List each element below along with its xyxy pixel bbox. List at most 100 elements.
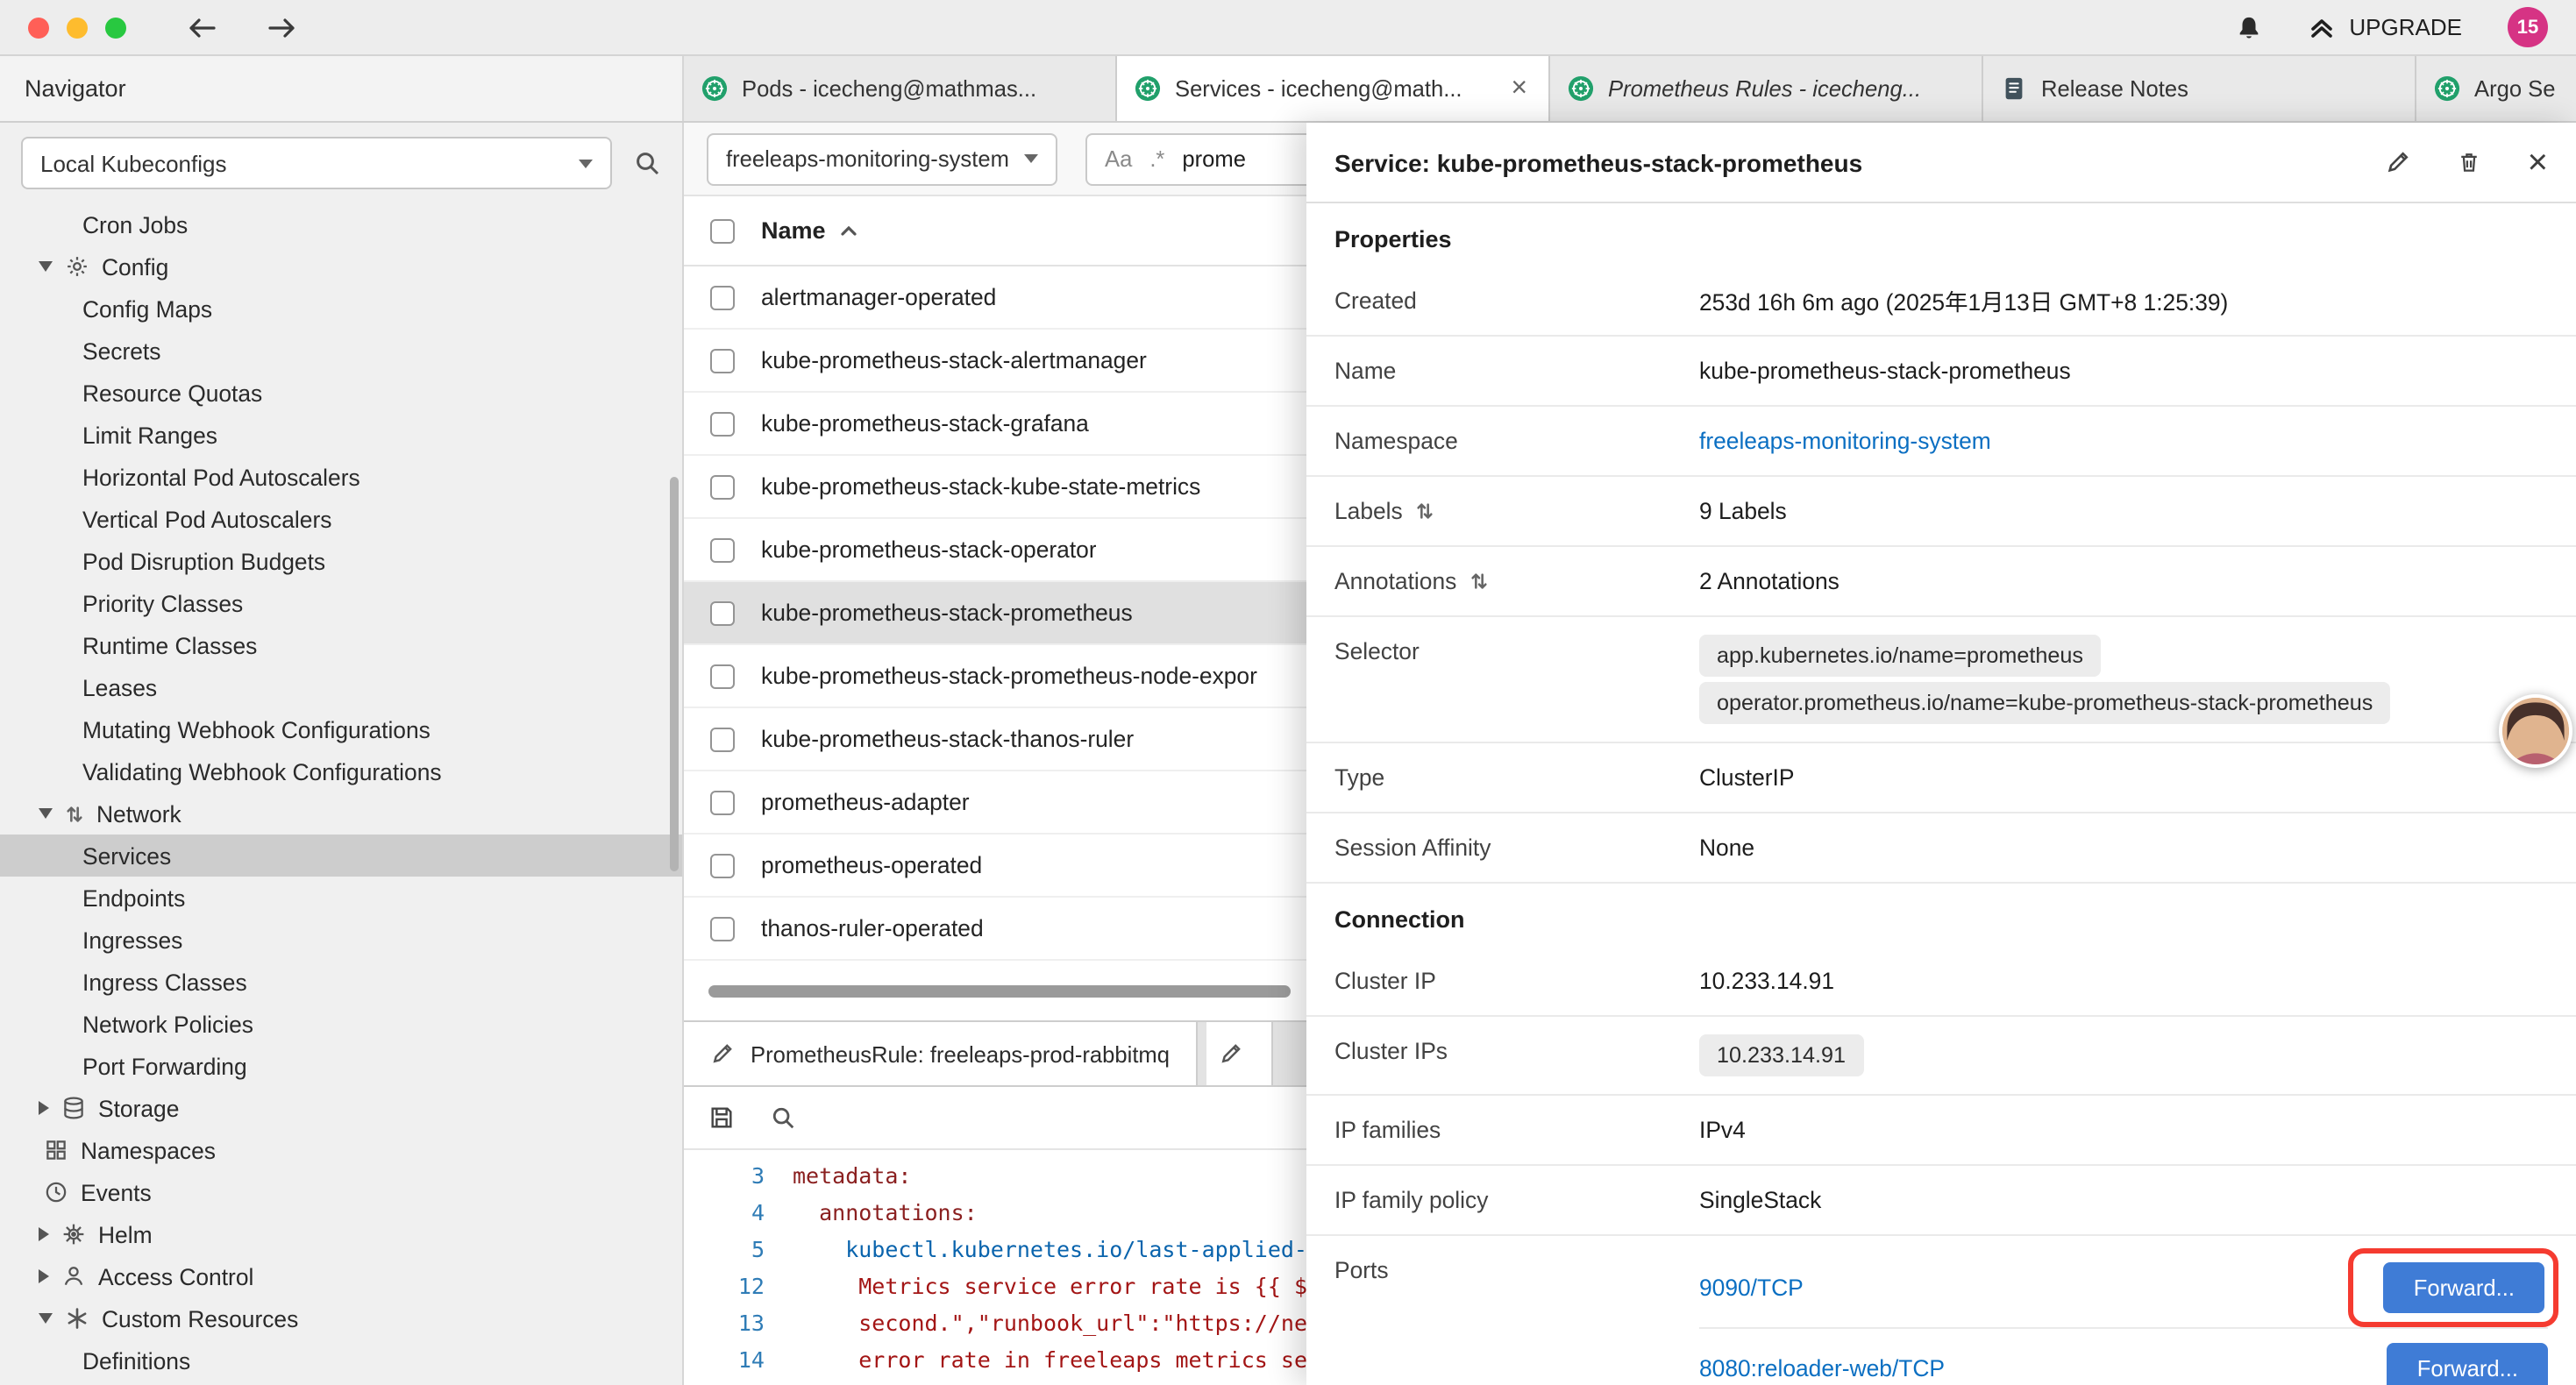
sidebar-item-vertical-pod-autoscalers[interactable]: Vertical Pod Autoscalers	[0, 498, 682, 540]
editor-tab-partial[interactable]	[1206, 1022, 1273, 1085]
row-checkbox[interactable]	[710, 664, 735, 688]
save-icon[interactable]	[708, 1104, 735, 1131]
port-link[interactable]: 9090/TCP	[1699, 1275, 1804, 1301]
sidebar-item-helm[interactable]: Helm	[0, 1213, 682, 1255]
traffic-light-minimize-button[interactable]	[67, 17, 88, 38]
sidebar-item-endpoints[interactable]: Endpoints	[0, 877, 682, 919]
sidebar-item-custom-resources[interactable]: Custom Resources	[0, 1297, 682, 1339]
sidebar-item-events[interactable]: Events	[0, 1171, 682, 1213]
row-checkbox[interactable]	[710, 727, 735, 751]
horizontal-scrollbar[interactable]	[708, 985, 1291, 998]
notifications-bell-icon[interactable]	[2235, 13, 2261, 41]
port-link[interactable]: 8080:reloader-web/TCP	[1699, 1355, 1945, 1381]
row-checkbox[interactable]	[710, 853, 735, 877]
sort-toggle-icon[interactable]	[1469, 570, 1488, 593]
select-all-checkbox[interactable]	[710, 218, 735, 243]
sidebar-item-access-control[interactable]: Access Control	[0, 1255, 682, 1297]
upgrade-button[interactable]: UPGRADE	[2307, 14, 2462, 40]
assistant-avatar[interactable]	[2499, 694, 2572, 768]
sidebar-item-cron-jobs[interactable]: Cron Jobs	[0, 203, 682, 245]
close-icon[interactable]: ×	[2528, 145, 2548, 180]
chevron-right-icon	[39, 1227, 49, 1241]
row-checkbox[interactable]	[710, 790, 735, 814]
sidebar-item-resource-quotas[interactable]: Resource Quotas	[0, 372, 682, 414]
namespace-filter-select[interactable]: freeleaps-monitoring-system	[707, 132, 1057, 185]
namespace-link[interactable]: freeleaps-monitoring-system	[1699, 428, 1991, 454]
forward-button[interactable]: Forward...	[2387, 1343, 2548, 1385]
chevron-right-icon	[39, 1101, 49, 1115]
sidebar-item-config[interactable]: Config	[0, 245, 682, 288]
sidebar-item-label: Storage	[98, 1095, 179, 1121]
sidebar-item-network-policies[interactable]: Network Policies	[0, 1003, 682, 1045]
sidebar-scrollbar[interactable]	[670, 477, 679, 871]
tab-argo-se[interactable]: Argo Se	[2416, 56, 2576, 121]
sidebar-item-definitions[interactable]: Definitions	[0, 1339, 682, 1381]
sidebar-item-config-maps[interactable]: Config Maps	[0, 288, 682, 330]
navigator-sidebar: Local Kubeconfigs Cron JobsConfigConfig …	[0, 123, 684, 1385]
sidebar-item-validating-webhook-configurations[interactable]: Validating Webhook Configurations	[0, 750, 682, 792]
helm-icon	[61, 1222, 86, 1246]
sidebar-item-label: Limit Ranges	[82, 422, 217, 448]
sidebar-item-secrets[interactable]: Secrets	[0, 330, 682, 372]
row-checkbox[interactable]	[710, 411, 735, 436]
editor-search-icon[interactable]	[770, 1104, 796, 1131]
sidebar-item-ingresses[interactable]: Ingresses	[0, 919, 682, 961]
tab-label: Pods - icecheng@mathmas...	[742, 75, 1098, 102]
sidebar-item-network[interactable]: Network	[0, 792, 682, 835]
traffic-light-close-button[interactable]	[28, 17, 49, 38]
line-number: 3	[684, 1157, 793, 1194]
back-icon[interactable]	[186, 15, 217, 39]
delete-trash-icon[interactable]	[2458, 149, 2482, 175]
sort-ascending-icon[interactable]	[840, 224, 857, 237]
asterisk-icon	[65, 1306, 89, 1331]
row-checkbox[interactable]	[710, 348, 735, 373]
tab-pods-icecheng-mathmas[interactable]: Pods - icecheng@mathmas...	[684, 56, 1117, 121]
tab-services-icecheng-math[interactable]: Services - icecheng@math...×	[1117, 56, 1550, 121]
value-badge: operator.prometheus.io/name=kube-prometh…	[1699, 682, 2390, 724]
forward-icon[interactable]	[267, 15, 298, 39]
detail-row-ip-families: IP familiesIPv4	[1306, 1096, 2576, 1166]
match-case-toggle[interactable]: Aa	[1105, 146, 1132, 172]
close-tab-icon[interactable]: ×	[1507, 75, 1531, 103]
kubeconfig-select[interactable]: Local Kubeconfigs	[21, 137, 612, 189]
tab-prometheus-rules-icecheng[interactable]: Prometheus Rules - icecheng...	[1550, 56, 1983, 121]
sidebar-item-runtime-classes[interactable]: Runtime Classes	[0, 624, 682, 666]
detail-label: IP families	[1334, 1117, 1699, 1143]
sidebar-item-label: Priority Classes	[82, 590, 243, 616]
sidebar-item-storage[interactable]: Storage	[0, 1087, 682, 1129]
row-checkbox[interactable]	[710, 285, 735, 309]
sidebar-search-icon[interactable]	[633, 149, 661, 177]
detail-row-cluster-ip: Cluster IP10.233.14.91	[1306, 947, 2576, 1017]
service-name: prometheus-operated	[761, 852, 982, 878]
name-column-header[interactable]: Name	[761, 217, 826, 244]
row-checkbox[interactable]	[710, 474, 735, 499]
section-heading-connection: Connection	[1306, 884, 2576, 947]
sidebar-item-leases[interactable]: Leases	[0, 666, 682, 708]
sidebar-item-pod-disruption-budgets[interactable]: Pod Disruption Budgets	[0, 540, 682, 582]
sidebar-item-label: Network Policies	[82, 1011, 253, 1037]
sidebar-item-priority-classes[interactable]: Priority Classes	[0, 582, 682, 624]
sort-toggle-icon[interactable]	[1415, 500, 1434, 522]
sidebar-item-services[interactable]: Services	[0, 835, 682, 877]
forward-button[interactable]: Forward...	[2384, 1262, 2544, 1313]
sidebar-item-mutating-webhook-configurations[interactable]: Mutating Webhook Configurations	[0, 708, 682, 750]
kubeconfig-row: Local Kubeconfigs	[0, 123, 682, 203]
sidebar-item-limit-ranges[interactable]: Limit Ranges	[0, 414, 682, 456]
chevron-down-icon	[39, 808, 53, 819]
regex-toggle[interactable]: .*	[1149, 146, 1164, 172]
tab-release-notes[interactable]: Release Notes	[1983, 56, 2416, 121]
detail-row-ip-family-policy: IP family policySingleStack	[1306, 1166, 2576, 1236]
sidebar-item-horizontal-pod-autoscalers[interactable]: Horizontal Pod Autoscalers	[0, 456, 682, 498]
traffic-light-zoom-button[interactable]	[105, 17, 126, 38]
notification-count-badge[interactable]: 15	[2508, 7, 2548, 47]
detail-value: 10.233.14.91	[1699, 968, 2548, 994]
editor-tab-prometheusrule[interactable]: PrometheusRule: freeleaps-prod-rabbitmq	[684, 1022, 1198, 1085]
row-checkbox[interactable]	[710, 600, 735, 625]
edit-pencil-icon[interactable]	[2386, 149, 2412, 175]
sidebar-item-namespaces[interactable]: Namespaces	[0, 1129, 682, 1171]
sidebar-item-port-forwarding[interactable]: Port Forwarding	[0, 1045, 682, 1087]
row-checkbox[interactable]	[710, 537, 735, 562]
sidebar-item-ingress-classes[interactable]: Ingress Classes	[0, 961, 682, 1003]
window-titlebar: UPGRADE 15	[0, 0, 2576, 56]
row-checkbox[interactable]	[710, 916, 735, 941]
